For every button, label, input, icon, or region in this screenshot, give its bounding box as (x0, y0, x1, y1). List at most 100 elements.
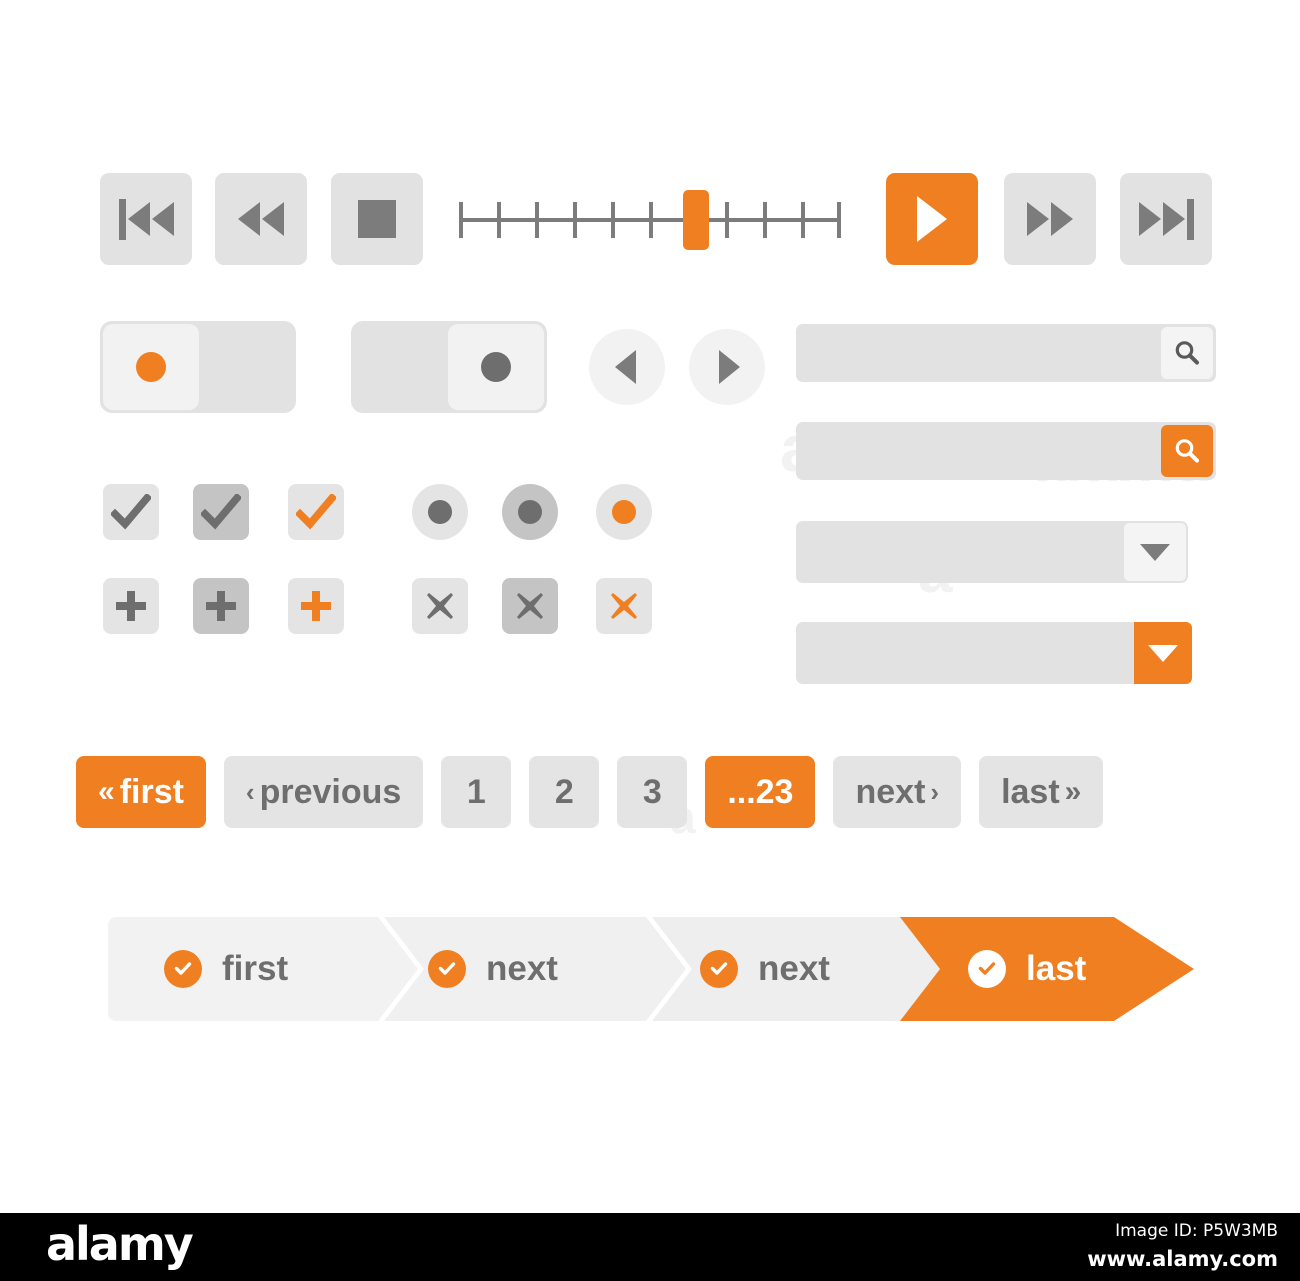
skip-to-end-button[interactable] (1120, 173, 1212, 265)
wizard-step-first[interactable]: first (164, 917, 288, 1021)
close-button-light[interactable] (412, 578, 468, 634)
toggle-switch-on[interactable] (100, 321, 296, 413)
chevron-right-icon: » (1064, 775, 1082, 808)
slider-tick (725, 202, 729, 238)
close-icon (611, 593, 637, 619)
toggle-switch-off[interactable] (351, 321, 547, 413)
pagination-label: 2 (554, 772, 574, 811)
pagination-label: next (855, 772, 926, 811)
page-first[interactable]: «first (76, 756, 206, 828)
toggle-knob (448, 324, 544, 410)
radio-selected-accent[interactable] (596, 484, 652, 540)
check-circle-icon (700, 950, 738, 988)
page-last[interactable]: last» (979, 756, 1104, 828)
alamy-logo: alamy (46, 1217, 194, 1271)
search-button-accent[interactable] (1161, 425, 1213, 477)
chevron-right-icon: › (930, 776, 940, 807)
add-button-accent[interactable] (288, 578, 344, 634)
page-3[interactable]: 3 (617, 756, 688, 828)
toggle-indicator-dot (481, 352, 511, 382)
wizard-step-label: next (758, 949, 830, 988)
circle-next-button[interactable] (689, 329, 765, 405)
select-plain[interactable] (796, 521, 1188, 583)
slider-tick (763, 202, 767, 238)
check-icon (111, 494, 151, 530)
checkbox-checked-light[interactable] (103, 484, 159, 540)
radio-selected-dark[interactable] (502, 484, 558, 540)
check-circle-icon (968, 950, 1006, 988)
chevron-left-icon: « (98, 775, 115, 808)
close-button-dark[interactable] (502, 578, 558, 634)
search-button-plain[interactable] (1161, 327, 1213, 379)
plus-icon (116, 591, 146, 621)
rewind-icon (238, 202, 284, 236)
stop-icon (358, 200, 396, 238)
search-input-accent[interactable] (796, 422, 1216, 480)
select-accent[interactable] (796, 622, 1192, 684)
select-toggle-plain[interactable] (1124, 523, 1186, 581)
image-id-text: Image ID: P5W3MB (1115, 1221, 1278, 1241)
fast-forward-button[interactable] (1004, 173, 1096, 265)
pagination-label: previous (259, 772, 402, 811)
pagination-label: 3 (642, 772, 662, 811)
chevron-down-icon (1140, 543, 1170, 561)
pagination-label: 1 (466, 772, 486, 811)
select-toggle-accent[interactable] (1134, 622, 1192, 684)
chevron-down-icon (1148, 644, 1178, 662)
checkbox-checked-accent[interactable] (288, 484, 344, 540)
wizard-breadcrumb: first next next last (108, 917, 1194, 1021)
search-icon (1175, 439, 1199, 463)
radio-inner-dot (612, 500, 636, 524)
radio-inner-dot (428, 500, 452, 524)
toggle-knob (103, 324, 199, 410)
rewind-button[interactable] (215, 173, 307, 265)
slider-tick (497, 202, 501, 238)
skip-to-start-button[interactable] (100, 173, 192, 265)
wizard-step-last[interactable]: last (968, 917, 1086, 1021)
slider-tick (611, 202, 615, 238)
chevron-left-icon: ‹ (245, 776, 255, 807)
search-input-plain[interactable] (796, 324, 1216, 382)
check-icon (296, 494, 336, 530)
wizard-step-next-1[interactable]: next (428, 917, 558, 1021)
slider-tick (459, 202, 463, 238)
page-1[interactable]: 1 (441, 756, 512, 828)
triangle-left-icon (614, 350, 636, 384)
media-transport-row (0, 0, 1300, 300)
add-button-dark[interactable] (193, 578, 249, 634)
triangle-right-icon (718, 350, 740, 384)
pagination: «first ‹ previous 1 2 3 ...23 next › last» (76, 756, 1104, 828)
timeline-slider[interactable] (459, 190, 841, 250)
close-icon (427, 593, 453, 619)
stock-footer-bar: alamy Image ID: P5W3MB www.alamy.com (0, 1213, 1300, 1281)
slider-tick (535, 202, 539, 238)
slider-tick (801, 202, 805, 238)
wizard-step-next-2[interactable]: next (700, 917, 830, 1021)
play-button[interactable] (886, 173, 978, 265)
add-button-light[interactable] (103, 578, 159, 634)
page-next[interactable]: next › (833, 756, 962, 828)
circle-previous-button[interactable] (589, 329, 665, 405)
radio-inner-dot (518, 500, 542, 524)
skip-backward-icon (118, 198, 174, 240)
check-circle-icon (164, 950, 202, 988)
check-circle-icon (428, 950, 466, 988)
wizard-step-label: last (1026, 949, 1087, 988)
page-previous[interactable]: ‹ previous (223, 756, 424, 828)
checkbox-checked-dark[interactable] (193, 484, 249, 540)
play-icon (917, 196, 947, 242)
plus-icon (301, 591, 331, 621)
search-icon (1175, 341, 1199, 365)
stop-button[interactable] (331, 173, 423, 265)
page-23[interactable]: ...23 (705, 756, 816, 828)
fast-forward-icon (1027, 202, 1073, 236)
slider-handle[interactable] (683, 190, 709, 250)
skip-forward-icon (1138, 198, 1194, 240)
close-button-accent[interactable] (596, 578, 652, 634)
slider-tick (573, 202, 577, 238)
page-2[interactable]: 2 (529, 756, 600, 828)
wizard-step-label: next (486, 949, 558, 988)
ui-kit-canvas: a alamu a a a a a a a a (0, 0, 1300, 1281)
radio-selected-light[interactable] (412, 484, 468, 540)
wizard-step-label: first (222, 949, 289, 988)
